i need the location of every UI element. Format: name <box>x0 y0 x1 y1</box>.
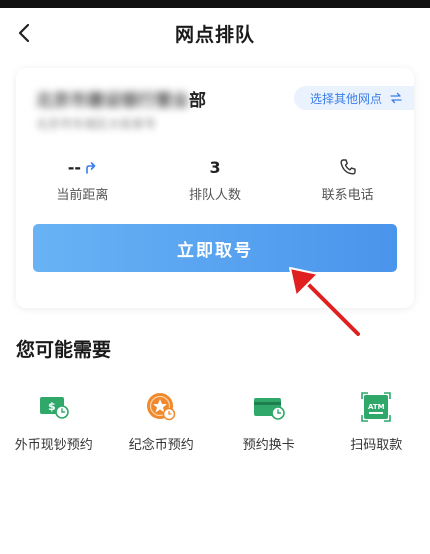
switch-branch-label: 选择其他网点 <box>309 91 382 106</box>
distance-label: 当前距离 <box>56 188 109 203</box>
take-number-button[interactable]: 立即取号 <box>33 224 397 272</box>
phone-icon <box>340 159 356 175</box>
stat-queue: 3 排队人数 <box>149 154 282 204</box>
branch-stats: -- 当前距离 3 排队人数 联系电话 <box>16 154 414 204</box>
branch-name-prefix: 北京市建设银行营业 <box>36 91 189 111</box>
recommend-services: $ 外币现钞预约 纪念币预约 预约换卡 ATM 扫码取款 <box>0 390 430 453</box>
stat-phone[interactable]: 联系电话 <box>281 154 414 204</box>
service-label: 纪念币预约 <box>128 438 194 453</box>
stat-distance: -- 当前距离 <box>16 154 149 204</box>
status-bar <box>0 0 430 8</box>
service-label: 预约换卡 <box>242 438 295 453</box>
queue-label: 排队人数 <box>189 188 242 203</box>
nav-header: 网点排队 <box>0 8 430 58</box>
branch-card: 北京市建设银行营业部 北京市东城区大街某号 选择其他网点 -- 当前距离 3 排… <box>16 68 414 308</box>
card-exchange-icon <box>253 398 285 420</box>
service-card-exchange[interactable]: 预约换卡 <box>215 390 323 453</box>
recommend-title: 您可能需要 <box>16 339 112 361</box>
page-title: 网点排队 <box>174 23 255 46</box>
take-number-label: 立即取号 <box>177 240 253 261</box>
svg-text:ATM: ATM <box>368 403 385 411</box>
service-label: 外币现钞预约 <box>14 438 93 453</box>
chevron-left-icon <box>18 23 30 43</box>
phone-label: 联系电话 <box>321 188 374 203</box>
queue-count: 3 <box>209 157 221 177</box>
service-label: 扫码取款 <box>350 438 403 453</box>
branch-address: 北京市东城区大街某号 <box>36 117 157 131</box>
branch-name: 北京市建设银行营业部 <box>36 86 206 111</box>
svg-text:$: $ <box>48 400 56 413</box>
service-commemorative-coin[interactable]: 纪念币预约 <box>108 390 216 453</box>
service-foreign-cash[interactable]: $ 外币现钞预约 <box>0 390 108 453</box>
switch-branch-button[interactable]: 选择其他网点 <box>293 86 414 110</box>
navigation-arrow-icon <box>86 162 96 174</box>
service-atm-scan[interactable]: ATM 扫码取款 <box>323 390 430 453</box>
swap-arrows-icon <box>390 92 402 104</box>
branch-name-suffix: 部 <box>189 91 206 111</box>
back-button[interactable] <box>10 16 38 50</box>
foreign-cash-icon: $ <box>39 397 69 419</box>
commemorative-coin-icon <box>147 393 176 421</box>
distance-value: -- <box>67 157 81 177</box>
atm-scan-icon: ATM <box>361 392 392 422</box>
